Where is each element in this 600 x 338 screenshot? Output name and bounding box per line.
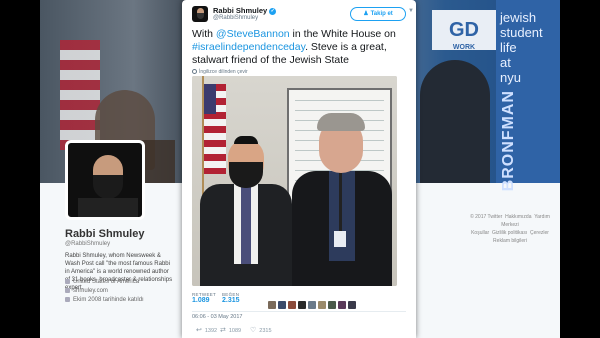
nyu-banner-text: jewish student life at nyu [500,10,560,85]
person-right [287,111,397,286]
reply-icon: ↩ [196,327,202,334]
retweet-stat-count[interactable]: 1.089 [192,297,216,304]
retweet-count: 1089 [228,328,242,334]
like-stat[interactable]: BEĞEN 2.315 [222,292,240,304]
nyu-line: at [500,55,511,70]
liker-avatar[interactable] [278,301,286,309]
liker-avatar[interactable] [338,301,346,309]
tweet-author-name-text[interactable]: Rabbi Shmuley [213,6,267,15]
tweet-author-handle[interactable]: @RabbiShmuley [213,15,258,21]
nyu-line: life [500,40,517,55]
shirt [329,171,355,261]
tie [241,186,251,264]
reply-button[interactable]: ↩ 1392 [196,326,217,334]
retweet-button[interactable]: ⇄ 1089 [220,326,241,334]
person-left [200,134,292,286]
avatar-body [78,198,138,217]
mention-link[interactable]: @SteveBannon [216,28,290,40]
lanyard [339,173,342,233]
profile-avatar[interactable] [65,140,145,220]
kippah [234,136,258,144]
tweet-author-avatar[interactable] [192,6,208,22]
liker-avatar[interactable] [298,301,306,309]
profile-joined: Ekim 2008 tarihinde katıldı [65,297,175,303]
reply-count: 1392 [204,328,218,334]
liker-avatar[interactable] [268,301,276,309]
avatar-beard [93,175,123,199]
footer-link[interactable]: © 2017 Twitter [470,214,502,220]
letterbox-left [0,0,40,338]
tweet-photo[interactable] [192,76,397,286]
tweet-stats: RETWEET 1.089 BEĞEN 2.315 [192,292,406,310]
retweet-icon: ⇄ [220,327,226,334]
translate-link-text[interactable]: İngilizce dilinden çevir [199,69,248,75]
tweet-text-mid: in the White House on [289,28,396,40]
follow-button-label: Takip et [370,11,393,17]
footer-link[interactable]: Çerezler [530,230,549,236]
globe-icon [192,69,197,75]
footer-link[interactable]: Reklam bilgileri [493,238,527,244]
location-pin-icon [65,279,70,284]
profile-location: United States of America [65,279,175,285]
tweet-author-name[interactable]: Rabbi Shmuley ✓ [213,6,277,15]
us-flag-graphic [60,40,100,150]
avatar-beard [197,13,204,19]
tweet-timestamp[interactable]: 06:06 - 03 May 2017 [192,314,242,320]
chevron-down-icon[interactable]: ▼ [408,8,414,14]
verified-badge-icon: ✓ [269,7,277,15]
whiteboard-line [295,100,384,101]
hashtag-link[interactable]: #israelindependenceday [192,41,305,53]
heart-icon: ♡ [250,327,257,334]
nyu-line: student [500,25,543,40]
link-icon [65,288,70,293]
profile-website[interactable]: shmuley.com [65,288,175,294]
letterbox-right [560,0,600,338]
footer-link[interactable]: Hakkımızda [505,214,531,220]
profile-location-text: United States of America [73,279,140,286]
profile-handle[interactable]: @RabbiShmuley [65,241,110,247]
cover-logo-text: GD [449,19,479,41]
id-badge [334,231,346,247]
video-frame: GD WORK jewish student life at nyu BRONF… [0,0,600,338]
profile-bio: Rabbi Shmuley, whom Newsweek & Wash Post… [65,253,173,291]
translate-link[interactable]: İngilizce dilinden çevir [192,69,248,75]
tweet-modal: Rabbi Shmuley ✓ @RabbiShmuley ♟ Takip et ▼… [182,0,416,338]
nyu-line: nyu [500,70,521,85]
cover-logo: GD WORK [432,10,496,51]
calendar-icon [65,297,70,302]
person-plus-icon: ♟ [363,11,369,17]
bronfman-text: BRONFMAN [500,90,517,192]
liker-avatar[interactable] [348,301,356,309]
like-count: 2315 [259,328,272,334]
liker-avatar[interactable] [288,301,296,309]
follow-button[interactable]: ♟ Takip et [350,7,406,21]
profile-joined-text: Ekim 2008 tarihinde katıldı [73,297,144,304]
tweet-text: With @SteveBannon in the White House on … [192,28,410,67]
footer-link[interactable]: Koşullar [471,230,489,236]
flag-canton [204,84,216,114]
retweet-stat[interactable]: RETWEET 1.089 [192,292,216,304]
divider [192,311,406,312]
cover-logo-subtext: WORK [452,44,476,51]
profile-website-link[interactable]: shmuley.com [73,288,108,294]
tweet-text-prefix: With [192,28,216,40]
like-button[interactable]: ♡ 2315 [250,326,272,334]
footer-link[interactable]: Gizlilik politikası [492,230,527,236]
nyu-line: jewish [500,10,537,25]
footer-links: © 2017 Twitter Hakkımızda Yardım Merkezi… [470,213,550,245]
liker-avatar[interactable] [308,301,316,309]
profile-name[interactable]: Rabbi Shmuley [65,228,144,240]
seated-man-figure [420,60,490,183]
hair [317,113,365,131]
liker-avatar[interactable] [328,301,336,309]
like-stat-count[interactable]: 2.315 [222,297,240,304]
liker-avatar[interactable] [318,301,326,309]
